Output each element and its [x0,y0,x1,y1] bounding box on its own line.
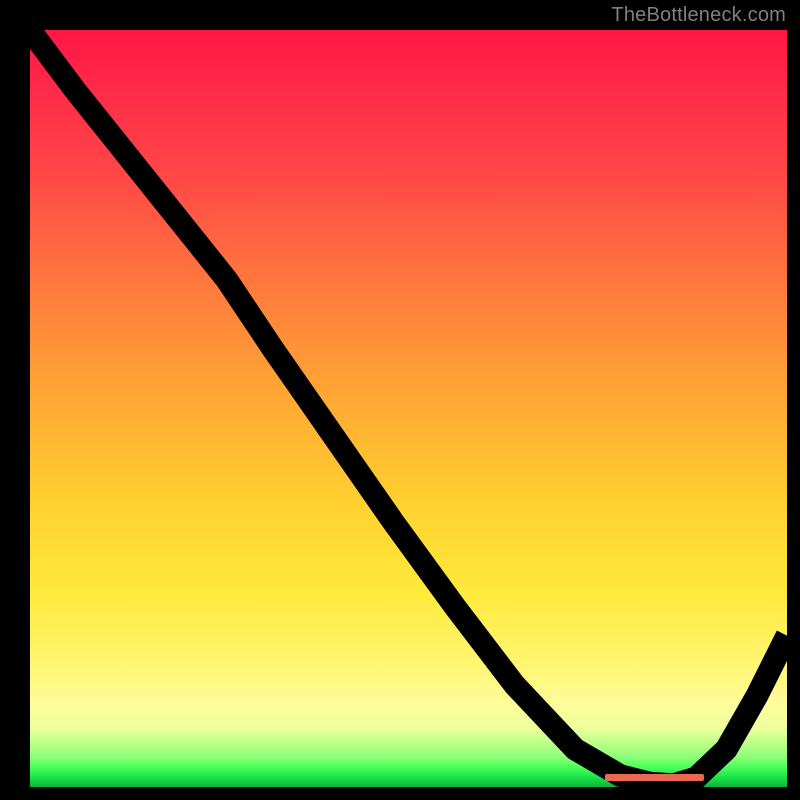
marker-layer [30,30,787,787]
optimal-range-marker [605,774,703,781]
plot-area [30,30,787,787]
watermark-label: TheBottleneck.com [611,4,786,27]
chart-frame: TheBottleneck.com [0,0,800,800]
